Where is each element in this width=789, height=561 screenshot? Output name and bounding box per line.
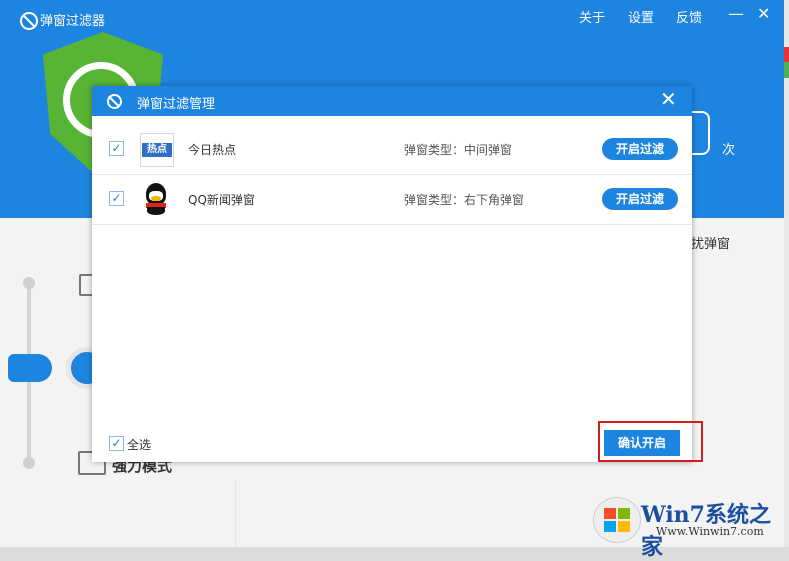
popup-filter-dialog: 弹窗过滤管理 ✕ ✓ 热点 今日热点 弹窗类型：中间弹窗 开启过滤 ✓ QQ新闻… — [92, 86, 692, 462]
enable-filter-button[interactable]: 开启过滤 — [602, 188, 678, 210]
counter-unit: 次 — [722, 143, 736, 158]
list-item: ✓ QQ新闻弹窗 弹窗类型：右下角弹窗 开启过滤 — [92, 174, 692, 225]
app-name: QQ新闻弹窗 — [188, 193, 255, 207]
highlight-box — [598, 421, 703, 462]
hot-news-app-icon: 热点 — [140, 133, 174, 167]
divider — [235, 480, 236, 547]
dialog-logo-icon — [107, 94, 122, 109]
app-name: 今日热点 — [188, 143, 237, 157]
list-item: ✓ 热点 今日热点 弹窗类型：中间弹窗 开启过滤 — [92, 124, 692, 175]
select-all-label[interactable]: 全选 — [127, 436, 151, 453]
watermark-url: Www.Winwin7.com — [656, 525, 764, 538]
select-all-checkbox[interactable]: ✓ — [109, 436, 124, 451]
dialog-header: 弹窗过滤管理 ✕ — [92, 86, 692, 116]
slider-dot-bottom — [23, 457, 35, 469]
popup-type: 弹窗类型：中间弹窗 — [404, 143, 513, 157]
strip-mark-red — [784, 47, 789, 63]
strip-mark-green — [784, 62, 789, 78]
popup-type: 弹窗类型：右下角弹窗 — [404, 193, 525, 207]
row-checkbox[interactable]: ✓ — [109, 141, 124, 156]
qq-penguin-icon — [140, 183, 172, 215]
app-title: 弹窗过滤器 — [40, 14, 106, 29]
row-checkbox[interactable]: ✓ — [109, 191, 124, 206]
enable-filter-button[interactable]: 开启过滤 — [602, 138, 678, 160]
windows-logo-icon — [593, 497, 641, 543]
dialog-title: 弹窗过滤管理 — [137, 97, 216, 112]
dialog-close-button[interactable]: ✕ — [660, 87, 677, 111]
hot-news-icon-text: 热点 — [142, 143, 172, 157]
blocked-popups-label: 扰弹窗 — [691, 237, 731, 252]
minimize-button[interactable]: — — [728, 4, 744, 23]
about-link[interactable]: 关于 — [579, 7, 605, 26]
app-logo-icon — [20, 12, 38, 30]
window-close-button[interactable]: ✕ — [757, 4, 770, 23]
side-strip — [784, 0, 789, 547]
slider-dot-top — [23, 277, 35, 289]
feedback-link[interactable]: 反馈 — [676, 7, 702, 26]
mode-slider-handle[interactable] — [8, 354, 52, 382]
settings-link[interactable]: 设置 — [628, 7, 654, 26]
